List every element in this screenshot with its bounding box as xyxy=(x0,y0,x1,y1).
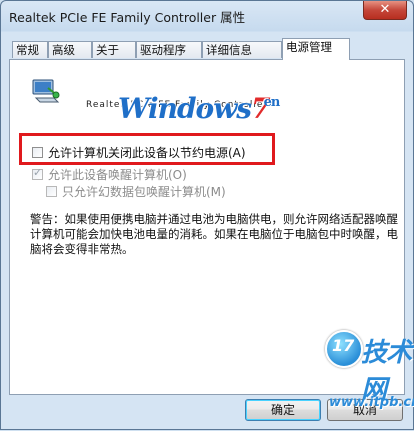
site-logo-number: 17 xyxy=(332,336,355,355)
warning-text: 警告：如果使用便携电脑并通过电池为电脑供电，则允许网络适配器唤醒计算机可能会加快… xyxy=(30,212,398,256)
network-adapter-icon xyxy=(32,79,60,103)
properties-dialog: Realtek PCIe FE Family Controller 属性 ✕ 常… xyxy=(0,0,414,430)
magic-packet-checkbox[interactable] xyxy=(46,186,57,197)
ok-button[interactable]: 确定 xyxy=(245,399,321,421)
tab-advanced[interactable]: 高级 xyxy=(48,41,92,58)
site-url: www.itpb.cn xyxy=(329,395,414,410)
tab-driver[interactable]: 驱动程序 xyxy=(136,41,202,58)
allow-power-off-checkbox[interactable] xyxy=(32,147,43,158)
windows7en-watermark-logo: Windows7en xyxy=(118,92,280,125)
allow-wake-checkbox[interactable] xyxy=(32,166,43,180)
tab-about[interactable]: 关于 xyxy=(92,41,136,58)
window-title: Realtek PCIe FE Family Controller 属性 xyxy=(9,10,246,25)
close-button[interactable]: ✕ xyxy=(363,1,407,20)
close-icon: ✕ xyxy=(379,2,391,17)
allow-power-off-label[interactable]: 允许计算机关闭此设备以节约电源(A) xyxy=(48,144,246,161)
magic-packet-label[interactable]: 只允许幻数据包唤醒计算机(M) xyxy=(62,183,226,200)
allow-wake-label[interactable]: 允许此设备唤醒计算机(O) xyxy=(48,166,187,183)
site-watermark: 17 技术网 www.itpb.cn xyxy=(319,327,414,431)
title-bar[interactable]: Realtek PCIe FE Family Controller 属性 ✕ xyxy=(1,1,413,31)
tab-power-management[interactable]: 电源管理 xyxy=(282,38,350,60)
tab-details[interactable]: 详细信息 xyxy=(202,41,282,58)
tab-general[interactable]: 常规 xyxy=(12,41,48,58)
